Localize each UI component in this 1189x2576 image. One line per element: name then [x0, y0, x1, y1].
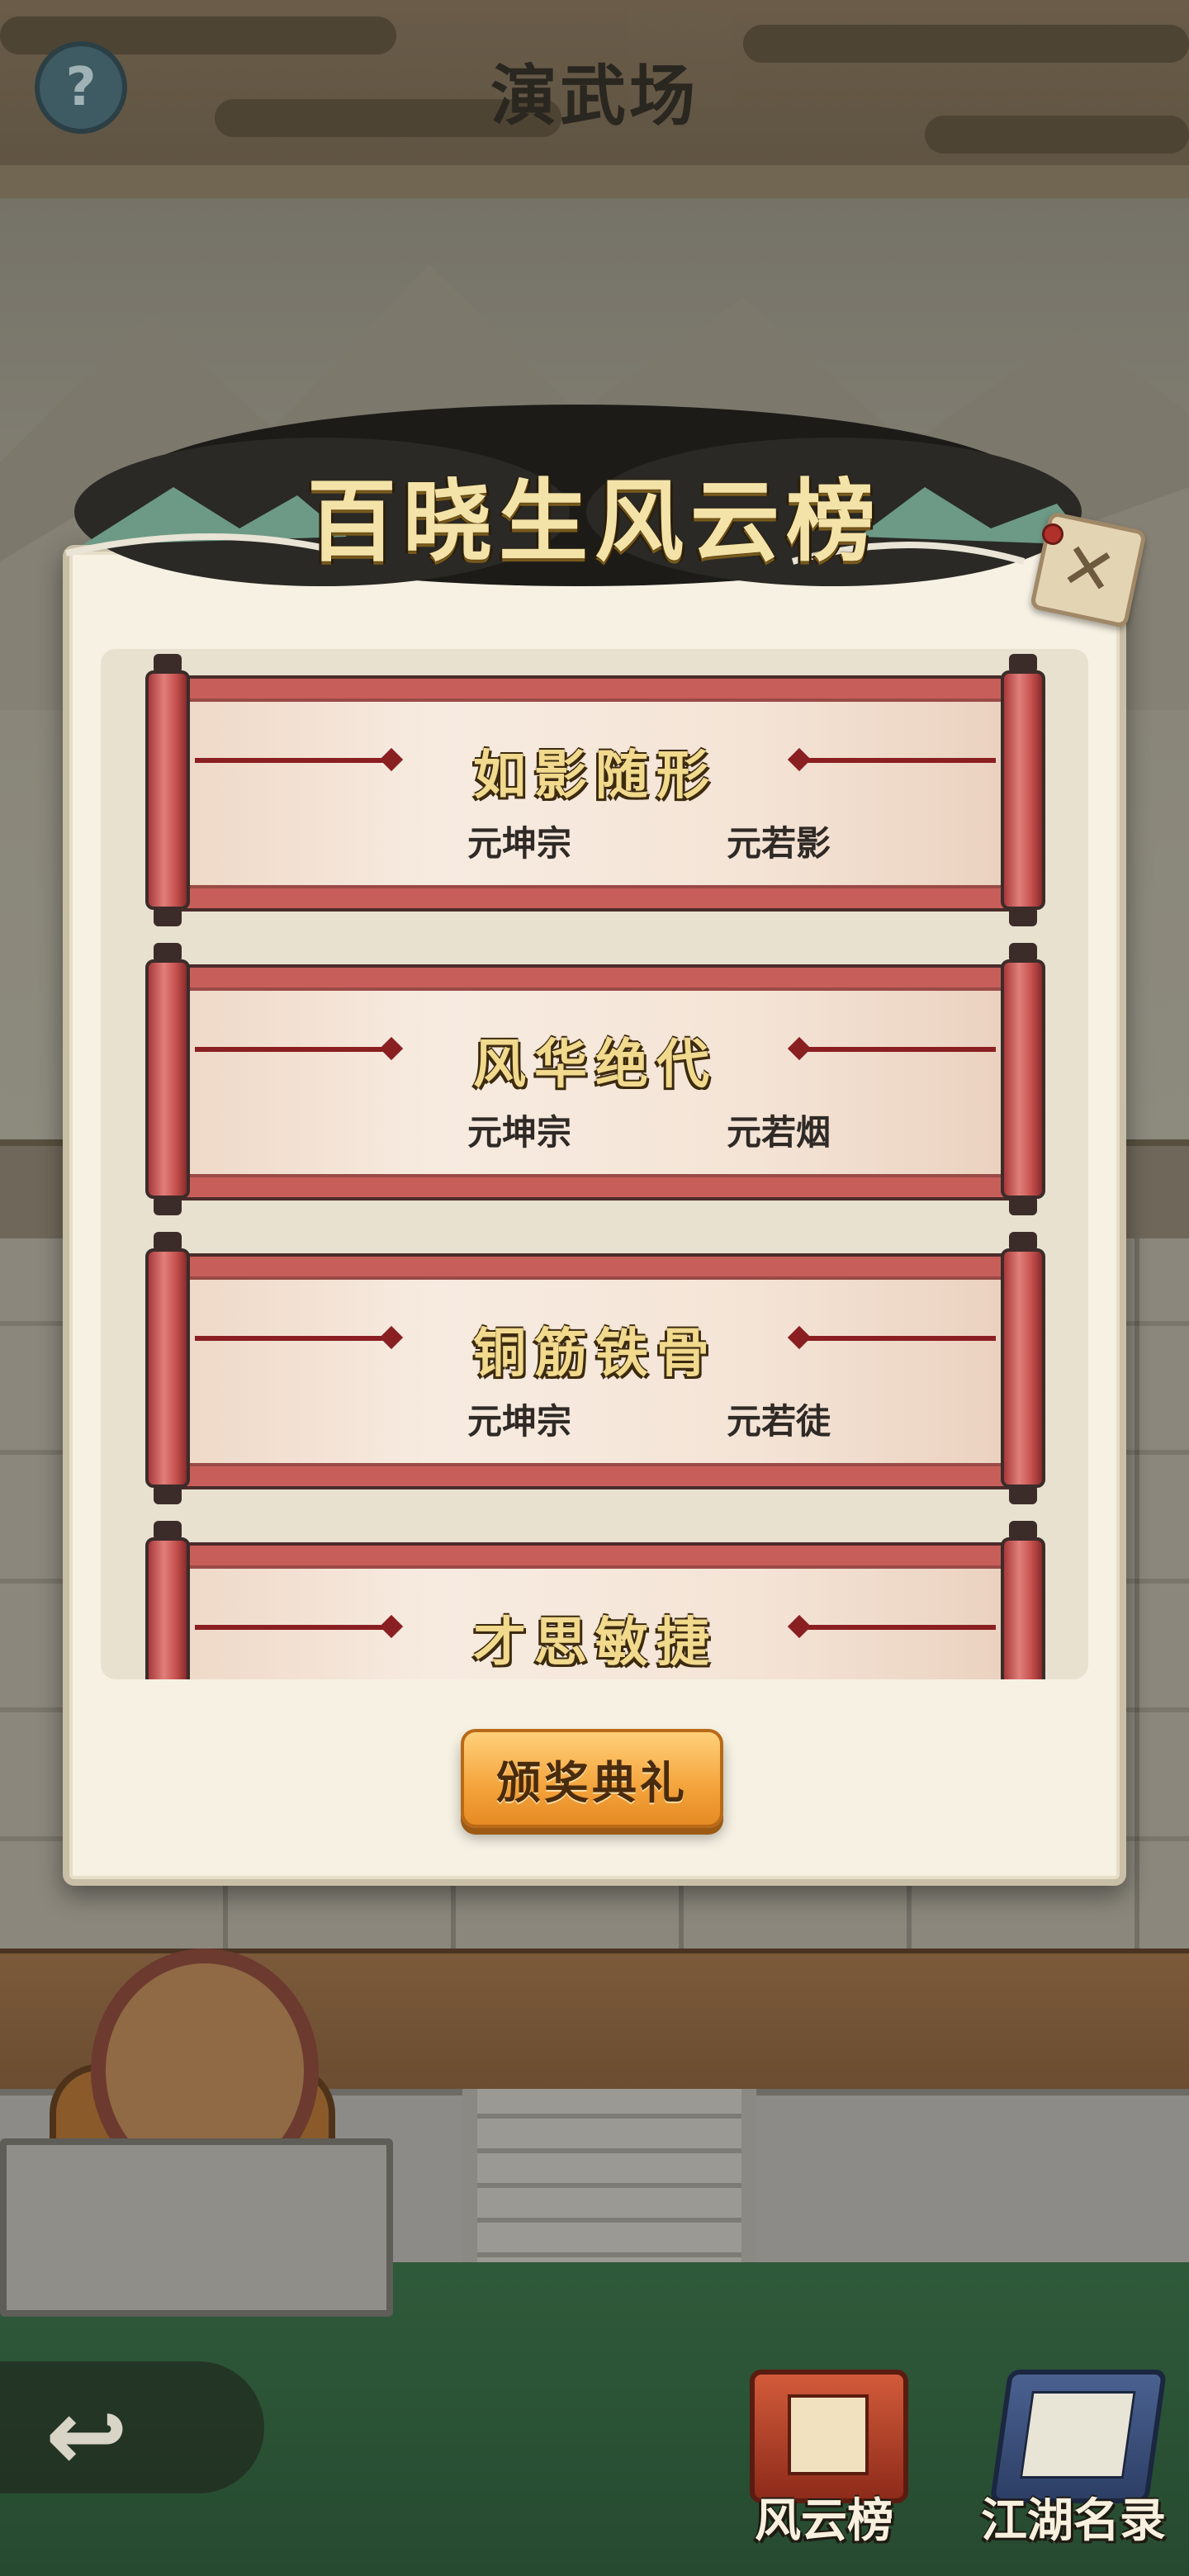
stairs — [462, 2089, 756, 2287]
roller-cap — [154, 1485, 182, 1504]
winner-sect: 元坤宗 — [467, 1112, 572, 1153]
roller-cap — [1009, 1485, 1037, 1504]
winner-name: 元若烟 — [727, 1112, 831, 1153]
directory-label: 江湖名录 — [981, 2494, 1166, 2548]
roller-cap — [1009, 1196, 1037, 1215]
award-scroll: 才思敏捷 — [145, 1521, 1045, 1679]
award-scroll: 风华绝代 元坤宗 元若烟 — [145, 943, 1045, 1215]
award-scroll: 如影随形 元坤宗 元若影 — [145, 654, 1045, 926]
roller-cap — [154, 907, 182, 926]
modal-title: 百晓生风云榜 — [306, 471, 882, 574]
winner-sect: 元坤宗 — [467, 823, 572, 864]
winner-sect: 元坤宗 — [467, 1401, 572, 1442]
roller-cap — [1009, 907, 1037, 926]
award-title: 如影随形 — [473, 746, 718, 807]
winner-name: 元若徒 — [727, 1401, 831, 1442]
ranking-button[interactable]: 风云榜 — [725, 2361, 923, 2568]
winner-name: 元若影 — [727, 823, 831, 864]
award-ceremony-button[interactable]: 颁奖典礼 — [461, 1729, 723, 1828]
pin-icon — [1042, 523, 1063, 545]
directory-button[interactable]: 江湖名录 — [974, 2361, 1172, 2568]
page-title: 演武场 — [490, 58, 699, 135]
drum-pedestal — [0, 2138, 393, 2317]
award-title: 才思敏捷 — [473, 1612, 718, 1674]
close-icon: ✕ — [1054, 528, 1123, 612]
roller-cap — [154, 1196, 182, 1215]
award-scroll: 铜筋铁骨 元坤宗 元若徒 — [145, 1232, 1045, 1504]
ranking-label: 风云榜 — [755, 2494, 893, 2548]
back-button[interactable]: ↩ — [25, 2378, 149, 2493]
award-title: 风华绝代 — [473, 1035, 718, 1096]
awards-list[interactable]: 如影随形 元坤宗 元若影 风华绝代 元坤宗 元若烟 铜筋铁骨 元坤宗 元若徒 才… — [101, 649, 1088, 1679]
back-arrow-icon: ↩ — [45, 2378, 129, 2493]
award-title: 铜筋铁骨 — [473, 1324, 718, 1385]
